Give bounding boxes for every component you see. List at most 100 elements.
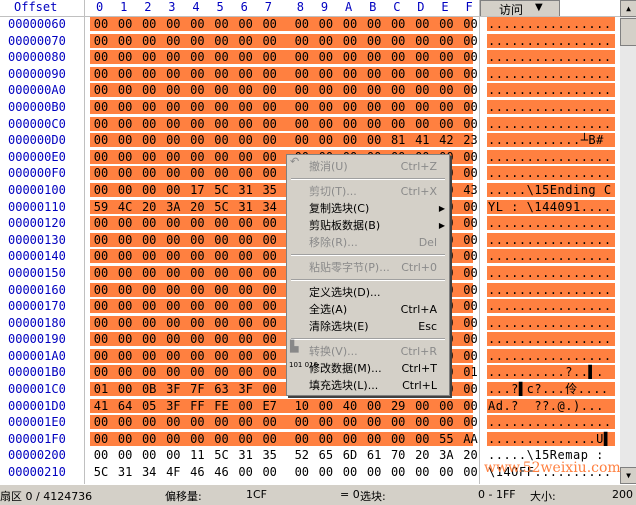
ascii-text[interactable]: ................ <box>488 331 612 348</box>
hex-byte[interactable]: 00 <box>187 364 207 381</box>
hex-byte[interactable]: 00 <box>364 82 384 99</box>
hex-byte[interactable]: 05 <box>139 398 159 415</box>
hex-byte[interactable]: 00 <box>461 199 481 216</box>
hex-byte[interactable]: 00 <box>364 132 384 149</box>
hex-byte[interactable]: 00 <box>340 464 360 481</box>
hex-byte[interactable]: 00 <box>115 298 135 315</box>
hex-byte[interactable]: 43 <box>461 182 481 199</box>
hex-byte[interactable]: 00 <box>260 248 280 265</box>
hex-byte[interactable]: 00 <box>91 265 111 282</box>
hex-byte[interactable]: 00 <box>236 364 256 381</box>
hex-byte[interactable]: 00 <box>187 232 207 249</box>
hex-byte[interactable]: 00 <box>260 265 280 282</box>
hex-byte[interactable]: 31 <box>236 182 256 199</box>
hex-byte[interactable]: 00 <box>91 182 111 199</box>
hex-byte[interactable]: 00 <box>91 116 111 133</box>
hex-byte[interactable]: 00 <box>461 348 481 365</box>
hex-byte[interactable]: 00 <box>236 49 256 66</box>
hex-byte[interactable]: 00 <box>187 66 207 83</box>
hex-byte[interactable]: 00 <box>236 33 256 50</box>
hex-byte[interactable]: 00 <box>461 398 481 415</box>
hex-byte[interactable]: 00 <box>139 331 159 348</box>
hex-byte[interactable]: 00 <box>340 66 360 83</box>
hex-byte[interactable]: 00 <box>91 315 111 332</box>
hex-byte[interactable]: 00 <box>388 66 408 83</box>
hex-byte[interactable]: 00 <box>260 282 280 299</box>
hex-byte[interactable]: 00 <box>412 82 432 99</box>
scroll-thumb[interactable] <box>620 18 636 46</box>
vertical-scrollbar[interactable] <box>620 0 636 484</box>
hex-byte[interactable]: 00 <box>115 16 135 33</box>
hex-byte[interactable]: 00 <box>260 215 280 232</box>
hex-byte[interactable]: 00 <box>187 298 207 315</box>
hex-byte[interactable]: 00 <box>260 99 280 116</box>
hex-byte[interactable]: 00 <box>139 132 159 149</box>
hex-byte[interactable]: 00 <box>340 16 360 33</box>
hex-byte[interactable]: 00 <box>412 16 432 33</box>
hex-byte[interactable]: 00 <box>436 464 456 481</box>
hex-byte[interactable]: 00 <box>139 414 159 431</box>
hex-byte[interactable]: 00 <box>212 132 232 149</box>
hex-byte[interactable]: 00 <box>91 132 111 149</box>
hex-byte[interactable]: 3F <box>163 381 183 398</box>
scroll-down-icon[interactable]: ▼ <box>620 467 636 484</box>
hex-byte[interactable]: 00 <box>316 398 336 415</box>
hex-byte[interactable]: 00 <box>340 431 360 448</box>
hex-byte[interactable]: 00 <box>364 99 384 116</box>
hex-byte[interactable]: 00 <box>163 364 183 381</box>
menu-item[interactable]: ▙ 转换(V)... Ctrl+R <box>287 341 449 360</box>
hex-byte[interactable]: 00 <box>436 66 456 83</box>
hex-byte[interactable]: 65 <box>316 447 336 464</box>
hex-byte[interactable]: 00 <box>115 49 135 66</box>
hex-byte[interactable]: 3F <box>236 381 256 398</box>
hex-byte[interactable]: 00 <box>139 265 159 282</box>
hex-byte[interactable]: 00 <box>316 66 336 83</box>
hex-byte[interactable]: 00 <box>139 215 159 232</box>
hex-byte[interactable]: 00 <box>212 431 232 448</box>
hex-byte[interactable]: 00 <box>461 414 481 431</box>
hex-byte[interactable]: 00 <box>260 348 280 365</box>
hex-byte[interactable]: 00 <box>163 82 183 99</box>
hex-byte[interactable]: 00 <box>364 414 384 431</box>
hex-byte[interactable]: 55 <box>436 431 456 448</box>
hex-byte[interactable]: 00 <box>461 16 481 33</box>
hex-byte[interactable]: 01 <box>461 364 481 381</box>
hex-byte[interactable]: 00 <box>115 348 135 365</box>
ascii-text[interactable]: ................ <box>488 82 612 99</box>
hex-byte[interactable]: 00 <box>388 33 408 50</box>
hex-byte[interactable]: FE <box>212 398 232 415</box>
menu-item[interactable]: 移除(R)... Del <box>287 234 449 251</box>
hex-byte[interactable]: 00 <box>139 99 159 116</box>
hex-byte[interactable]: 00 <box>115 215 135 232</box>
hex-byte[interactable]: 00 <box>91 66 111 83</box>
hex-byte[interactable]: 00 <box>163 33 183 50</box>
hex-byte[interactable]: 00 <box>236 149 256 166</box>
ascii-text[interactable]: ................ <box>488 16 612 33</box>
hex-byte[interactable]: 00 <box>187 49 207 66</box>
hex-byte[interactable]: 00 <box>115 282 135 299</box>
hex-byte[interactable]: 00 <box>461 49 481 66</box>
ascii-text[interactable]: ................ <box>488 298 612 315</box>
hex-byte[interactable]: 00 <box>260 232 280 249</box>
hex-byte[interactable]: 00 <box>115 414 135 431</box>
ascii-text[interactable]: Ad.? ??.@.)... <box>488 398 604 415</box>
hex-byte[interactable]: 00 <box>236 398 256 415</box>
hex-byte[interactable]: 00 <box>212 82 232 99</box>
hex-byte[interactable]: 00 <box>260 431 280 448</box>
hex-byte[interactable]: 00 <box>212 99 232 116</box>
hex-byte[interactable]: 00 <box>461 33 481 50</box>
hex-byte[interactable]: 00 <box>91 232 111 249</box>
hex-byte[interactable]: AA <box>461 431 481 448</box>
hex-byte[interactable]: 00 <box>292 16 312 33</box>
hex-byte[interactable]: 00 <box>316 414 336 431</box>
ascii-text[interactable]: ................ <box>488 33 612 50</box>
hex-row[interactable]: 00000060 00 00 00 00 00 00 00 00 00 00 00 00 00 00 00 00… <box>0 16 620 33</box>
hex-byte[interactable]: 00 <box>115 116 135 133</box>
hex-byte[interactable]: 00 <box>91 33 111 50</box>
hex-byte[interactable]: 00 <box>163 215 183 232</box>
hex-byte[interactable]: 00 <box>236 82 256 99</box>
ascii-text[interactable]: ................ <box>488 348 612 365</box>
hex-byte[interactable]: 23 <box>461 132 481 149</box>
hex-byte[interactable]: 00 <box>187 165 207 182</box>
hex-byte[interactable]: 00 <box>91 431 111 448</box>
